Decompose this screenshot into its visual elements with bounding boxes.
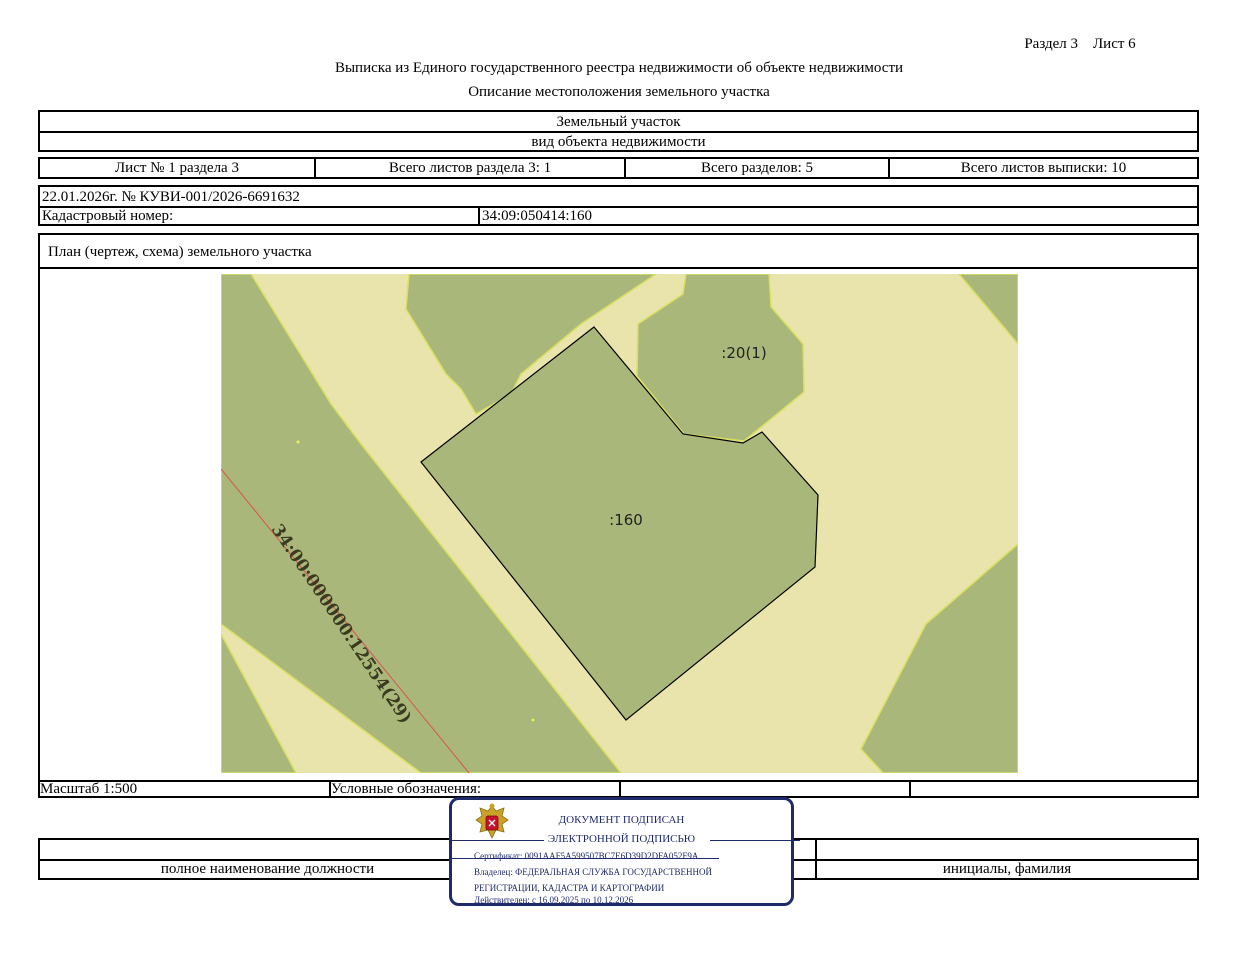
object-type-caption: вид объекта недвижимости <box>531 134 706 150</box>
cadastral-label: Кадастровый номер: <box>42 208 174 224</box>
name-caption: инициалы, фамилия <box>942 861 1072 877</box>
cadastral-map: :160 :20(1) 34:00:000000:12554(29) <box>221 274 1018 773</box>
total-sheets-section: Всего листов раздела 3: 1 <box>388 160 552 176</box>
document-subtitle: Описание местоположения земельного участ… <box>468 84 770 100</box>
stamp-line-1: ДОКУМЕНТ ПОДПИСАН <box>558 814 685 826</box>
sheet-number: Лист № 1 раздела 3 <box>115 160 239 176</box>
total-sheets-extract: Всего листов выписки: 10 <box>960 160 1127 176</box>
stamp-line-2: ЭЛЕКТРОННОЙ ПОДПИСЬЮ <box>547 833 696 845</box>
total-sections: Всего разделов: 5 <box>700 160 814 176</box>
document-title: Выписка из Единого государственного реес… <box>334 60 904 76</box>
cadastral-value: 34:09:050414:160 <box>482 208 593 224</box>
electronic-signature-stamp: ДОКУМЕНТ ПОДПИСАН ЭЛЕКТРОННОЙ ПОДПИСЬЮ С… <box>449 797 800 906</box>
stamp-owner-2: РЕГИСТРАЦИИ, КАДАСТРА И КАРТОГРАФИИ <box>474 883 665 893</box>
stamp-validity: Действителен: с 16.09.2025 по 10.12.2026 <box>474 895 634 905</box>
object-type: Земельный участок <box>556 114 681 130</box>
main-parcel-label: :160 <box>609 511 643 529</box>
record-table: 22.01.2026г. № КУВИ-001/2026-6691632 Кад… <box>38 185 1199 226</box>
point-marker <box>296 440 300 444</box>
point-marker <box>531 718 535 722</box>
position-caption: полное наименование должности <box>160 861 375 877</box>
section-sheet-indicator: Раздел 3 Лист 6 <box>1024 36 1136 52</box>
neighbor-parcel-label: :20(1) <box>721 344 766 362</box>
date-number: 22.01.2026г. № КУВИ-001/2026-6691632 <box>42 189 300 205</box>
stamp-certificate: Сертификат: 0091AAF5A599507BC7E6D39D2DFA… <box>474 851 699 861</box>
plan-caption: План (чертеж, схема) земельного участка <box>48 244 312 260</box>
object-type-table: Земельный участок вид объекта недвижимос… <box>38 110 1199 152</box>
scale-label: Масштаб 1:500 <box>40 781 138 797</box>
legend-label: Условные обозначения: <box>331 781 482 797</box>
stamp-owner-1: Владелец: ФЕДЕРАЛЬНАЯ СЛУЖБА ГОСУДАРСТВЕ… <box>474 867 713 877</box>
sheet-info-table: Лист № 1 раздела 3 Всего листов раздела … <box>38 157 1199 179</box>
